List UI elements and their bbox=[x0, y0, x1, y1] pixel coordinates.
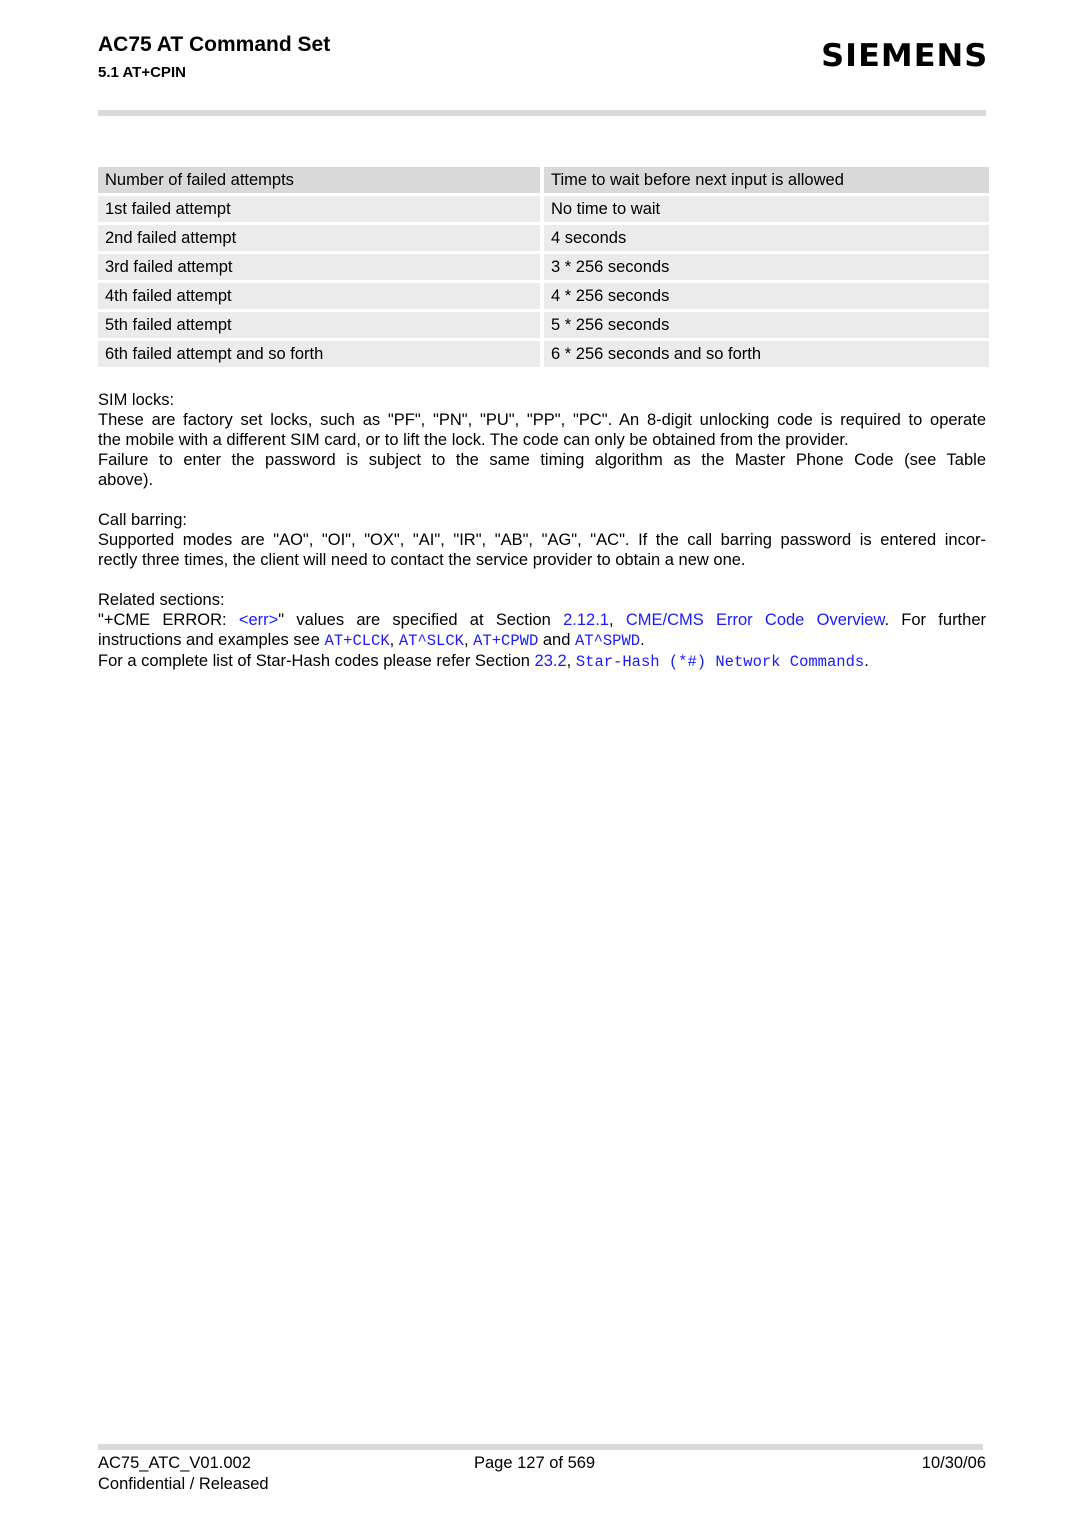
table-cell: 6th failed attempt and so forth bbox=[98, 341, 540, 370]
table-row: 5th failed attempt 5 * 256 seconds bbox=[98, 312, 989, 341]
failed-attempts-table: Number of failed attempts Time to wait b… bbox=[98, 167, 989, 370]
table-header-row: Number of failed attempts Time to wait b… bbox=[98, 167, 989, 196]
section-2-12-1-link[interactable]: 2.12.1 bbox=[563, 611, 609, 629]
sim-locks-heading: SIM locks: bbox=[98, 391, 175, 409]
related-line-2: instructions and examples see AT+CLCK, A… bbox=[98, 630, 986, 651]
siemens-logo: SIEMENS bbox=[820, 38, 988, 74]
text: , bbox=[389, 631, 399, 649]
table-row: 4th failed attempt 4 * 256 seconds bbox=[98, 283, 989, 312]
table-cell: No time to wait bbox=[544, 196, 989, 225]
document-date: 10/30/06 bbox=[921, 1454, 986, 1472]
table-row: 2nd failed attempt 4 seconds bbox=[98, 225, 989, 254]
table-row: 1st failed attempt No time to wait bbox=[98, 196, 989, 225]
header-divider bbox=[98, 110, 986, 116]
table-cell: 3rd failed attempt bbox=[98, 254, 540, 283]
document-title: AC75 AT Command Set bbox=[98, 33, 331, 56]
sim-locks-section: SIM locks: These are factory set locks, … bbox=[98, 390, 986, 490]
text: . bbox=[864, 652, 869, 670]
text: "+CME ERROR: bbox=[98, 611, 239, 629]
text: " values are specified at Section bbox=[278, 611, 564, 629]
text: , bbox=[463, 631, 474, 649]
table-row: 3rd failed attempt 3 * 256 seconds bbox=[98, 254, 989, 283]
related-sections: Related sections: "+CME ERROR: <err>" va… bbox=[98, 590, 986, 672]
table-cell: 5 * 256 seconds bbox=[544, 312, 989, 341]
sim-locks-text: These are factory set locks, such as "PF… bbox=[98, 411, 986, 429]
table-cell: 2nd failed attempt bbox=[98, 225, 540, 254]
table-row: 6th failed attempt and so forth 6 * 256 … bbox=[98, 341, 989, 370]
sim-locks-text: the mobile with a different SIM card, or… bbox=[98, 431, 849, 449]
err-link[interactable]: <err> bbox=[239, 611, 278, 629]
table-cell: 5th failed attempt bbox=[98, 312, 540, 341]
text: . For further bbox=[884, 611, 986, 629]
table-cell: 4 * 256 seconds bbox=[544, 283, 989, 312]
footer-left: AC75_ATC_V01.002 Confidential / Released bbox=[98, 1453, 269, 1495]
text: , bbox=[566, 652, 576, 670]
table-cell: 6 * 256 seconds and so forth bbox=[544, 341, 989, 370]
table-cell: 1st failed attempt bbox=[98, 196, 540, 225]
at-spwd-link[interactable]: AT^SPWD bbox=[575, 632, 640, 650]
sim-locks-text: Failure to enter the password is subject… bbox=[98, 451, 986, 469]
call-barring-heading: Call barring: bbox=[98, 511, 187, 529]
section-23-2-link[interactable]: 23.2 bbox=[535, 652, 567, 670]
call-barring-text: Supported modes are "AO", "OI", "OX", "A… bbox=[98, 531, 986, 549]
text: . bbox=[640, 631, 645, 649]
table-cell: 4 seconds bbox=[544, 225, 989, 254]
sim-locks-text: above). bbox=[98, 471, 154, 489]
at-slck-link[interactable]: AT^SLCK bbox=[399, 632, 464, 650]
related-line-1: "+CME ERROR: <err>" values are specified… bbox=[98, 610, 986, 630]
related-sections-heading: Related sections: bbox=[98, 591, 225, 609]
document-id: AC75_ATC_V01.002 bbox=[98, 1454, 251, 1472]
table-cell: 3 * 256 seconds bbox=[544, 254, 989, 283]
page-number: Page 127 of 569 bbox=[474, 1454, 596, 1472]
at-cpwd-link[interactable]: AT+CPWD bbox=[473, 632, 538, 650]
call-barring-text: rectly three times, the client will need… bbox=[98, 551, 746, 569]
star-hash-commands-link[interactable]: Star-Hash (*#) Network Commands bbox=[576, 653, 864, 671]
text: instructions and examples see bbox=[98, 631, 325, 649]
at-clck-link[interactable]: AT+CLCK bbox=[325, 632, 390, 650]
text: For a complete list of Star-Hash codes p… bbox=[98, 652, 535, 670]
table-cell: 4th failed attempt bbox=[98, 283, 540, 312]
call-barring-section: Call barring: Supported modes are "AO", … bbox=[98, 510, 986, 570]
section-title: 5.1 AT+CPIN bbox=[98, 64, 186, 81]
classification: Confidential / Released bbox=[98, 1475, 269, 1493]
text: and bbox=[538, 631, 575, 649]
text: , bbox=[608, 611, 626, 629]
footer-divider bbox=[98, 1444, 983, 1450]
cme-cms-error-overview-link[interactable]: CME/CMS Error Code Overview bbox=[626, 611, 885, 629]
table-header-cell: Number of failed attempts bbox=[98, 167, 540, 196]
table-header-cell: Time to wait before next input is allowe… bbox=[544, 167, 989, 196]
related-line-3: For a complete list of Star-Hash codes p… bbox=[98, 651, 986, 672]
